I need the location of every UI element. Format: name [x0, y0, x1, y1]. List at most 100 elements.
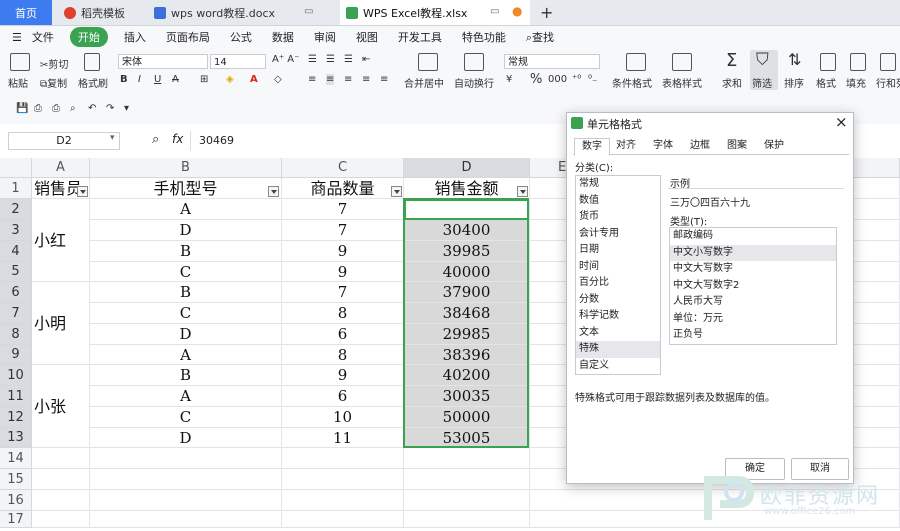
select-all-corner[interactable]	[0, 158, 32, 178]
empty-cell[interactable]	[90, 511, 282, 528]
redo-icon[interactable]: ↷	[106, 103, 114, 114]
category-item[interactable]: 百分比	[576, 275, 660, 292]
tab-monitor-icon[interactable]: ▭	[304, 6, 313, 17]
empty-cell[interactable]	[282, 469, 404, 490]
row-header-1[interactable]: 1	[0, 178, 32, 199]
cell-amount[interactable]: 39985	[404, 241, 530, 262]
row-header-15[interactable]: 15	[0, 469, 32, 490]
bold-icon[interactable]: B	[120, 74, 128, 85]
cell-amount[interactable]: 37900	[404, 282, 530, 303]
underline-icon[interactable]: U	[154, 74, 161, 85]
row-header-11[interactable]: 11	[0, 386, 32, 407]
close-icon[interactable]: ×	[835, 113, 848, 131]
align-center-icon[interactable]: ≡	[326, 74, 335, 85]
cell-amount[interactable]: 38468	[404, 303, 530, 324]
cell-model[interactable]: B	[90, 282, 282, 303]
cell-model[interactable]: A	[90, 386, 282, 407]
tab-docer-templates[interactable]: 稻壳模板	[58, 0, 146, 25]
empty-cell[interactable]	[90, 469, 282, 490]
row-header-12[interactable]: 12	[0, 407, 32, 428]
col-header-a[interactable]: A	[32, 158, 90, 178]
wrap-text-icon[interactable]	[464, 53, 484, 71]
sum-button[interactable]: 求和	[722, 75, 742, 90]
font-grow-icon[interactable]: A⁺ A⁻	[272, 54, 299, 65]
menu-page-layout[interactable]: 页面布局	[166, 29, 210, 45]
conditional-format-icon[interactable]	[626, 53, 646, 71]
category-item[interactable]: 科学记数	[576, 308, 660, 325]
category-item[interactable]: 分数	[576, 292, 660, 309]
menu-features[interactable]: 特色功能	[462, 29, 506, 45]
row-header-9[interactable]: 9	[0, 345, 32, 365]
category-item[interactable]: 数值	[576, 193, 660, 210]
category-item[interactable]: 文本	[576, 325, 660, 342]
row-header-6[interactable]: 6	[0, 282, 32, 303]
empty-cell[interactable]	[404, 469, 530, 490]
align-middle-icon[interactable]: ☰	[326, 54, 335, 65]
cell-qty[interactable]: 8	[282, 303, 404, 324]
undo-icon[interactable]: ↶	[88, 103, 96, 114]
tab-monitor-icon[interactable]: ▭	[490, 6, 499, 17]
menu-view[interactable]: 视图	[356, 29, 378, 45]
type-item[interactable]: 中文小写数字	[670, 244, 836, 261]
font-size-select[interactable]: 14	[210, 54, 266, 69]
menu-file[interactable]: 文件	[32, 29, 54, 45]
tab-number[interactable]: 数字	[574, 138, 610, 156]
header-cell-model[interactable]: 手机型号	[90, 178, 282, 199]
cell-model[interactable]: B	[90, 365, 282, 386]
row-col-button[interactable]: 行和列	[876, 75, 900, 90]
cell-model[interactable]: C	[90, 262, 282, 282]
hamburger-icon[interactable]: ☰	[12, 31, 22, 44]
name-box[interactable]: D2	[8, 132, 120, 150]
empty-cell[interactable]	[32, 490, 90, 511]
cell-qty[interactable]: 9	[282, 262, 404, 282]
customize-dropdown-icon[interactable]: ▾	[124, 103, 129, 114]
empty-cell[interactable]	[32, 448, 90, 469]
cell-qty[interactable]: 7	[282, 282, 404, 303]
category-item[interactable]: 货币	[576, 209, 660, 226]
border-icon[interactable]: ⊞	[200, 74, 208, 85]
merged-cell-salesperson-1[interactable]: 小红	[32, 199, 90, 282]
merge-center-icon[interactable]	[418, 53, 438, 71]
cell-amount[interactable]: 40200	[404, 365, 530, 386]
cell-qty[interactable]: 6	[282, 386, 404, 407]
cell-qty[interactable]: 7	[282, 199, 404, 220]
empty-cell[interactable]	[90, 448, 282, 469]
name-box-dropdown-icon[interactable]: ▾	[110, 133, 115, 143]
decimal-increase-icon[interactable]: ⁺⁰	[572, 74, 581, 85]
cancel-button[interactable]: 取消	[791, 458, 849, 480]
category-item[interactable]: 常规	[576, 176, 660, 193]
cell-model[interactable]: D	[90, 220, 282, 241]
indent-icon[interactable]: ⇤	[362, 54, 370, 65]
cell-amount[interactable]: 40000	[404, 262, 530, 282]
export-icon[interactable]: ⎙	[34, 103, 42, 114]
fill-icon[interactable]	[850, 53, 866, 71]
col-header-d[interactable]: D	[404, 158, 530, 178]
cell-model[interactable]: B	[90, 241, 282, 262]
cell-amount[interactable]: 38396	[404, 345, 530, 365]
fill-button[interactable]: 填充	[846, 75, 866, 90]
type-item[interactable]: 人民币大写	[670, 294, 836, 311]
cell-model[interactable]: D	[90, 324, 282, 345]
copy-button[interactable]: ⧉复制	[40, 75, 67, 90]
format-icon[interactable]	[820, 53, 836, 71]
row-header-3[interactable]: 3	[0, 220, 32, 241]
filter-funnel-icon[interactable]: ⛉	[756, 50, 769, 70]
save-icon[interactable]: 💾	[16, 103, 28, 114]
row-header-8[interactable]: 8	[0, 324, 32, 345]
category-item[interactable]: 时间	[576, 259, 660, 276]
fill-color-icon[interactable]: ◈	[226, 74, 234, 85]
empty-cell[interactable]	[404, 511, 530, 528]
empty-cell[interactable]	[282, 448, 404, 469]
sort-icon[interactable]: ⇅	[788, 50, 801, 69]
align-top-icon[interactable]: ☰	[308, 54, 317, 65]
category-item[interactable]: 特殊	[576, 341, 660, 358]
cell-model[interactable]: D	[90, 428, 282, 448]
row-header-4[interactable]: 4	[0, 241, 32, 262]
category-item[interactable]: 会计专用	[576, 226, 660, 243]
menu-developer[interactable]: 开发工具	[398, 29, 442, 45]
cell-model[interactable]: C	[90, 407, 282, 428]
cell-amount[interactable]: 29985	[404, 324, 530, 345]
paste-button[interactable]: 粘贴	[8, 75, 28, 90]
empty-cell[interactable]	[90, 490, 282, 511]
tab-pattern[interactable]: 图案	[719, 138, 755, 154]
